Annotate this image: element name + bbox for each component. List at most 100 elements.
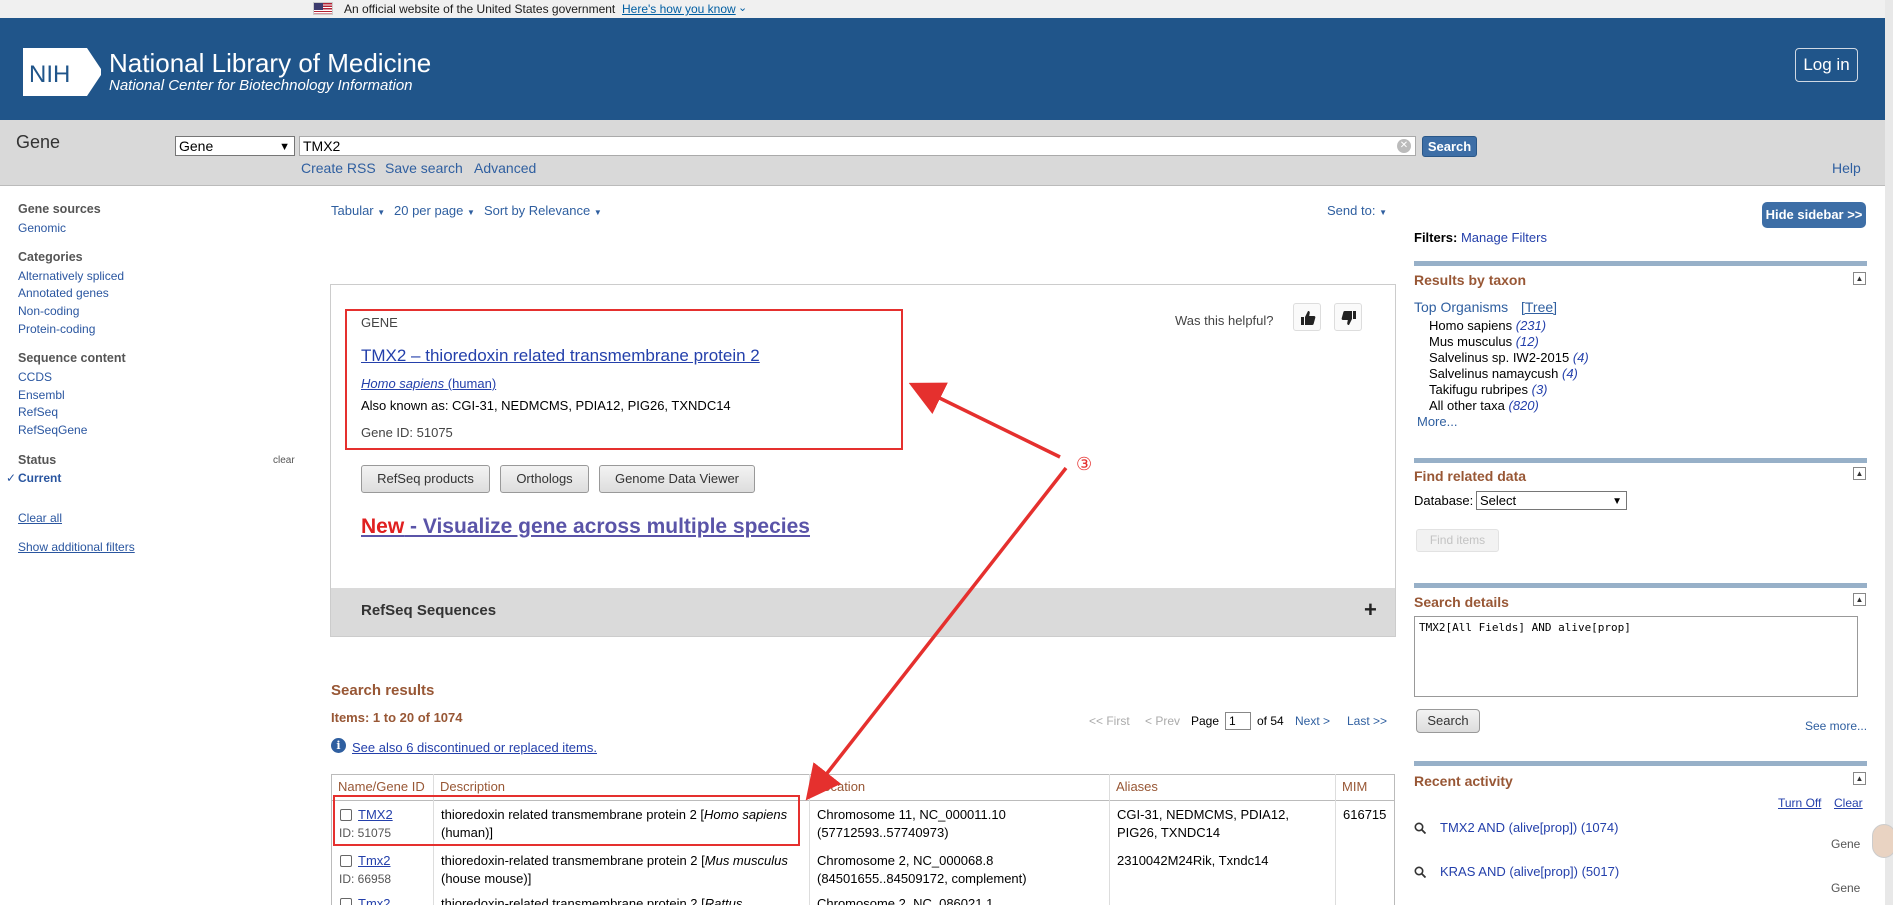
refseq-products-button[interactable]: RefSeq products — [361, 465, 490, 493]
taxon-count: (4) — [1572, 350, 1589, 365]
gene-aliases-cell: CGI-31, NEDMCMS, PDIA12, — [1117, 807, 1289, 822]
filter-alternatively-spliced[interactable]: Alternatively spliced — [18, 269, 124, 283]
turn-off-link[interactable]: Turn Off — [1778, 796, 1821, 810]
row-checkbox[interactable] — [340, 855, 352, 867]
filter-protein-coding[interactable]: Protein-coding — [18, 322, 95, 336]
recent-activity-db: Gene — [1831, 837, 1861, 851]
nih-logo-icon[interactable]: NIH — [23, 48, 101, 96]
advanced-search-link[interactable]: Advanced — [474, 160, 536, 176]
save-search-link[interactable]: Save search — [385, 160, 463, 176]
gene-mim[interactable]: 616715 — [1343, 806, 1386, 824]
collapse-toggle-icon[interactable]: ▲ — [1853, 593, 1866, 606]
column-divider — [1335, 774, 1336, 905]
taxon-name: Salvelinus sp. IW2-2015 — [1429, 350, 1570, 365]
per-page-menu[interactable]: 20 per page ▼ — [394, 203, 475, 218]
database-select-value: Gene — [179, 138, 214, 154]
recent-activity-heading: Recent activity — [1414, 773, 1513, 789]
help-link[interactable]: Help — [1832, 160, 1861, 176]
col-header-location[interactable]: Location — [816, 774, 865, 800]
tree-link[interactable]: [Tree] — [1521, 299, 1557, 315]
taxon-item[interactable]: Salvelinus namaycush (4) — [1429, 366, 1578, 381]
annotation-marker: ③ — [1076, 454, 1093, 474]
related-database-select[interactable]: Select ▼ — [1476, 491, 1627, 510]
collapse-toggle-icon[interactable]: ▲ — [1853, 272, 1866, 285]
filter-non-coding[interactable]: Non-coding — [18, 304, 79, 318]
clear-all-link[interactable]: Clear all — [18, 511, 62, 525]
genome-data-viewer-button[interactable]: Genome Data Viewer — [599, 465, 755, 493]
filter-current[interactable]: Current — [18, 471, 61, 485]
taxon-item[interactable]: Salvelinus sp. IW2-2015 (4) — [1429, 350, 1589, 365]
collapse-toggle-icon[interactable]: ▲ — [1853, 772, 1866, 785]
show-additional-filters-link[interactable]: Show additional filters — [18, 540, 135, 554]
recent-activity-item[interactable]: TMX2 AND (alive[prop]) (1074) — [1440, 820, 1618, 835]
annotation-highlight-box — [333, 795, 800, 846]
more-taxa-link[interactable]: More... — [1417, 414, 1457, 429]
search-input[interactable]: TMX2 — [299, 136, 1416, 156]
prev-page-link: < Prev — [1145, 714, 1181, 728]
last-page-link[interactable]: Last >> — [1347, 714, 1387, 728]
thumbs-up-icon[interactable] — [1293, 303, 1321, 331]
heres-how-you-know-link[interactable]: Here's how you know — [622, 2, 736, 16]
chevron-down-icon: ▼ — [279, 141, 290, 153]
hide-sidebar-button[interactable]: Hide sidebar >> — [1762, 202, 1866, 228]
database-select[interactable]: Gene ▼ — [175, 136, 295, 156]
filter-ccds[interactable]: CCDS — [18, 370, 52, 384]
see-more-link[interactable]: See more... — [1805, 719, 1867, 733]
visualize-label: - Visualize gene across multiple species — [404, 515, 810, 538]
gene-name-link[interactable]: Tmx2 — [358, 897, 391, 905]
send-to-menu[interactable]: Send to: ▼ — [1327, 203, 1387, 218]
manage-filters-link[interactable]: Manage Filters — [1461, 230, 1547, 245]
caret-down-icon: ▼ — [467, 208, 475, 217]
filter-annotated-genes[interactable]: Annotated genes — [18, 286, 109, 300]
chevron-down-icon[interactable]: ⌄ — [738, 1, 747, 14]
taxon-count: (4) — [1561, 366, 1578, 381]
visualize-species-link[interactable]: New - Visualize gene across multiple spe… — [361, 515, 810, 539]
filter-genomic[interactable]: Genomic — [18, 221, 66, 235]
search-details-button[interactable]: Search — [1416, 709, 1480, 733]
row-checkbox[interactable] — [340, 898, 352, 905]
create-rss-link[interactable]: Create RSS — [301, 160, 376, 176]
site-header: NIH National Library of Medicine Nationa… — [0, 18, 1885, 120]
taxon-item[interactable]: Homo sapiens (231) — [1429, 318, 1546, 333]
format-label: Tabular — [331, 203, 374, 218]
filter-ensembl[interactable]: Ensembl — [18, 388, 65, 402]
next-page-link[interactable]: Next > — [1295, 714, 1330, 728]
chevron-down-icon: ▼ — [1612, 496, 1622, 507]
status-clear-link[interactable]: clear — [273, 455, 295, 466]
orthologs-button[interactable]: Orthologs — [500, 465, 589, 493]
clear-search-icon[interactable]: ✕ — [1397, 139, 1411, 153]
gene-name-link[interactable]: Tmx2 — [358, 852, 391, 870]
gene-location-range: (84501655..84509172, complement) — [817, 871, 1027, 886]
see-also-discontinued-link[interactable]: See also 6 discontinued or replaced item… — [352, 740, 597, 755]
filter-refseq[interactable]: RefSeq — [18, 405, 58, 419]
recent-activity-db: Gene — [1831, 881, 1861, 895]
search-button[interactable]: Search — [1422, 136, 1477, 157]
collapse-toggle-icon[interactable]: ▲ — [1853, 467, 1866, 480]
avatar[interactable] — [1872, 824, 1893, 858]
top-organisms-link[interactable]: Top Organisms — [1414, 299, 1508, 315]
column-divider — [1109, 774, 1110, 905]
expand-plus-icon[interactable]: + — [1364, 597, 1377, 623]
taxon-item[interactable]: Takifugu rubripes (3) — [1429, 382, 1548, 397]
sequence-content-heading: Sequence content — [18, 351, 126, 365]
sort-menu[interactable]: Sort by Relevance ▼ — [484, 203, 602, 218]
taxon-item[interactable]: Mus musculus (12) — [1429, 334, 1539, 349]
page-total: of 54 — [1257, 714, 1284, 728]
taxon-item[interactable]: All other taxa (820) — [1429, 398, 1539, 413]
scrollbar[interactable] — [1885, 0, 1893, 905]
us-flag-icon — [313, 2, 333, 15]
filter-refseqgene[interactable]: RefSeqGene — [18, 423, 87, 437]
recent-activity-item[interactable]: KRAS AND (alive[prop]) (5017) — [1440, 864, 1619, 879]
ncbi-subtitle: National Center for Biotechnology Inform… — [109, 77, 413, 94]
format-menu[interactable]: Tabular ▼ — [331, 203, 385, 218]
description-organism: Mus musculus — [704, 853, 788, 868]
col-header-mim[interactable]: MIM — [1342, 774, 1367, 800]
nlm-title[interactable]: National Library of Medicine — [109, 48, 431, 79]
page-input[interactable]: 1 — [1225, 712, 1251, 730]
col-header-aliases[interactable]: Aliases — [1116, 774, 1158, 800]
clear-activity-link[interactable]: Clear — [1834, 796, 1863, 810]
login-button[interactable]: Log in — [1795, 48, 1858, 82]
taxon-name: All other taxa — [1429, 398, 1505, 413]
search-details-textarea[interactable]: TMX2[All Fields] AND alive[prop] — [1414, 616, 1858, 697]
thumbs-down-icon[interactable] — [1334, 303, 1362, 331]
